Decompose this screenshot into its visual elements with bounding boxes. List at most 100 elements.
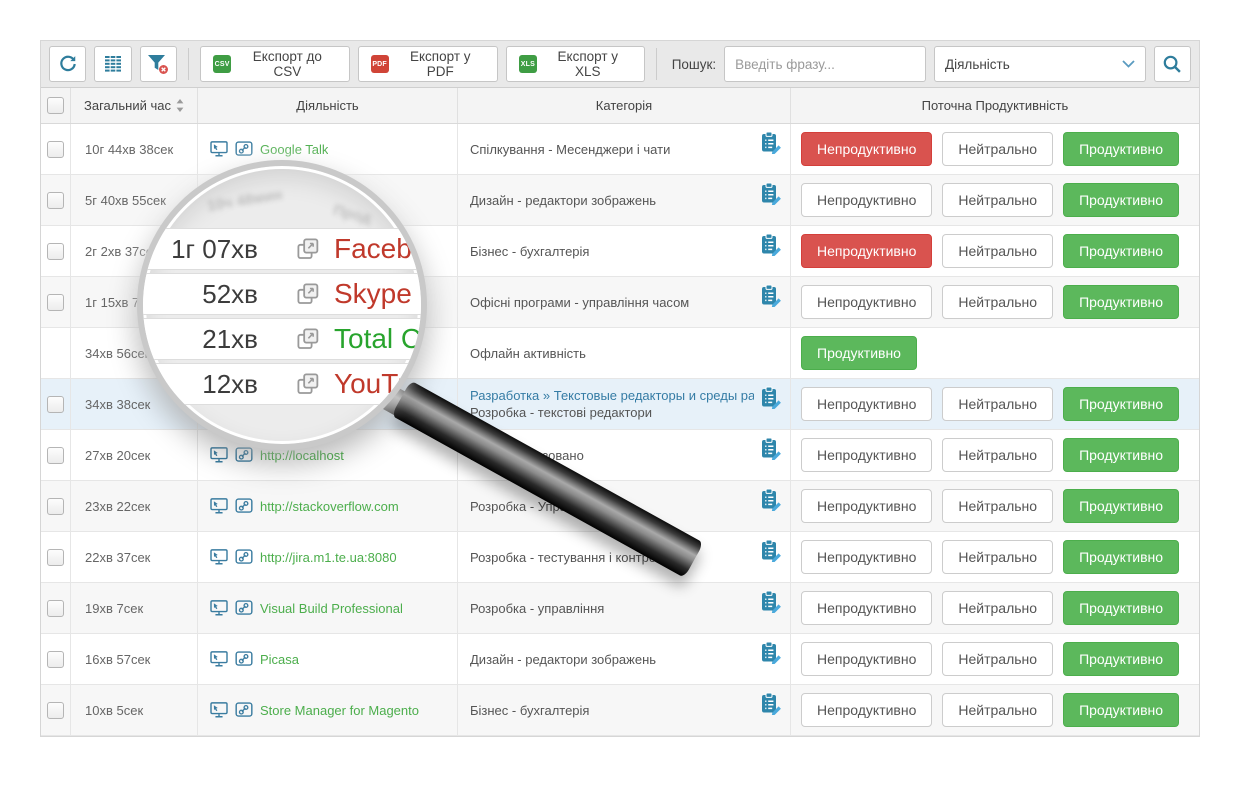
columns-button[interactable] (94, 46, 131, 82)
unproductive-button[interactable]: Непродуктивно (801, 234, 932, 268)
header-activity[interactable]: Діяльність (198, 88, 458, 123)
total-time-value: 5г 40хв 55сек (85, 193, 166, 208)
xls-file-icon: XLS (519, 55, 537, 73)
export-xls-button[interactable]: XLS Експорт у XLS (506, 46, 645, 82)
search-field-select[interactable]: Діяльність (934, 46, 1146, 82)
header-total-time[interactable]: Загальний час (71, 88, 198, 123)
row-checkbox[interactable] (47, 141, 64, 158)
edit-category-icon[interactable] (760, 182, 781, 205)
edit-category-icon[interactable] (760, 233, 781, 256)
category-label: Дизайн - редактори зображень (470, 193, 656, 208)
row-checkbox-cell (41, 379, 71, 429)
edit-category-icon[interactable] (760, 692, 781, 715)
neutral-button[interactable]: Нейтрально (942, 693, 1053, 727)
neutral-button[interactable]: Нейтрально (942, 132, 1053, 166)
category-text: Спілкування - Месенджери і чати (470, 142, 670, 157)
edit-category-icon[interactable] (760, 131, 781, 154)
unproductive-button[interactable]: Непродуктивно (801, 642, 932, 676)
edit-category-icon[interactable] (760, 386, 781, 409)
external-link-icon (296, 282, 320, 306)
neutral-button[interactable]: Нейтрально (942, 540, 1053, 574)
row-checkbox[interactable] (47, 447, 64, 464)
activity-link[interactable]: http://jira.m1.te.ua:8080 (260, 550, 397, 565)
table-header: Загальний час Діяльність Категорія Поточ… (41, 88, 1199, 124)
clear-filter-button[interactable] (140, 46, 177, 82)
productive-button[interactable]: Продуктивно (1063, 591, 1179, 625)
filter-clear-icon (146, 53, 170, 75)
category-text: Разработка » Текстовые редакторы и среды… (470, 388, 754, 420)
neutral-button[interactable]: Нейтрально (942, 387, 1053, 421)
neutral-button[interactable]: Нейтрально (942, 489, 1053, 523)
unproductive-button[interactable]: Непродуктивно (801, 285, 932, 319)
sort-icon[interactable] (176, 99, 184, 112)
unproductive-button[interactable]: Непродуктивно (801, 540, 932, 574)
row-checkbox[interactable] (47, 498, 64, 515)
magnified-row: 52хв Skype (137, 273, 427, 315)
row-checkbox-cell (41, 328, 71, 378)
edit-category-icon[interactable] (760, 641, 781, 664)
row-checkbox[interactable] (47, 702, 64, 719)
search-input[interactable] (724, 46, 926, 82)
activity-link[interactable]: Store Manager for Magento (260, 703, 419, 718)
productive-button[interactable]: Продуктивно (1063, 387, 1179, 421)
edit-category-icon[interactable] (760, 437, 781, 460)
edit-category-icon[interactable] (760, 488, 781, 511)
magnified-app-link[interactable]: Skype (334, 278, 412, 310)
magnified-app-link[interactable]: Facebook (334, 233, 427, 265)
neutral-button[interactable]: Нейтрально (942, 285, 1053, 319)
productive-button[interactable]: Продуктивно (1063, 285, 1179, 319)
neutral-button[interactable]: Нейтрально (942, 183, 1053, 217)
unproductive-button[interactable]: Непродуктивно (801, 489, 932, 523)
row-checkbox[interactable] (47, 192, 64, 209)
magnified-time: 21хв (137, 324, 258, 355)
refresh-button[interactable] (49, 46, 86, 82)
unproductive-button[interactable]: Непродуктивно (801, 132, 932, 166)
productive-button[interactable]: Продуктивно (1063, 642, 1179, 676)
activity-link[interactable]: http://stackoverflow.com (260, 499, 399, 514)
productive-button[interactable]: Продуктивно (1063, 132, 1179, 166)
productive-button[interactable]: Продуктивно (1063, 438, 1179, 472)
category-label: Дизайн - редактори зображень (470, 652, 656, 667)
productive-button[interactable]: Продуктивно (1063, 540, 1179, 574)
row-checkbox[interactable] (47, 294, 64, 311)
unproductive-button[interactable]: Непродуктивно (801, 591, 932, 625)
activity-link[interactable]: Picasa (260, 652, 299, 667)
header-category[interactable]: Категорія (458, 88, 791, 123)
unproductive-button[interactable]: Непродуктивно (801, 438, 932, 472)
category-label: Бізнес - бухгалтерія (470, 703, 589, 718)
category-label: Розробка - текстові редактори (470, 405, 754, 420)
row-checkbox[interactable] (47, 549, 64, 566)
row-checkbox[interactable] (47, 651, 64, 668)
unproductive-button[interactable]: Непродуктивно (801, 183, 932, 217)
neutral-button[interactable]: Нейтрально (942, 642, 1053, 676)
unproductive-button[interactable]: Непродуктивно (801, 693, 932, 727)
export-csv-button[interactable]: CSV Експорт до CSV (200, 46, 350, 82)
row-checkbox[interactable] (47, 600, 64, 617)
row-checkbox[interactable] (47, 243, 64, 260)
edit-category-icon[interactable] (760, 539, 781, 562)
edit-category-icon[interactable] (760, 284, 781, 307)
productive-button[interactable]: Продуктивно (1063, 183, 1179, 217)
header-productivity[interactable]: Поточна Продуктивність (791, 88, 1199, 123)
external-link-icon (296, 237, 320, 261)
productive-button[interactable]: Продуктивно (1063, 234, 1179, 268)
unproductive-button[interactable]: Непродуктивно (801, 387, 932, 421)
row-checkbox[interactable] (47, 396, 64, 413)
neutral-button[interactable]: Нейтрально (942, 438, 1053, 472)
productivity-cell: Непродуктивно Нейтрально Продуктивно (791, 532, 1199, 582)
magnified-app-link[interactable]: Total Comma (334, 323, 427, 355)
activity-link[interactable]: Visual Build Professional (260, 601, 403, 616)
activity-cell: http://stackoverflow.com (198, 481, 458, 531)
export-pdf-button[interactable]: PDF Експорт у PDF (358, 46, 498, 82)
search-button[interactable] (1154, 46, 1191, 82)
toolbar-divider (188, 48, 189, 80)
edit-category-icon[interactable] (760, 590, 781, 613)
select-all-checkbox[interactable] (47, 97, 64, 114)
productive-button[interactable]: Продуктивно (1063, 489, 1179, 523)
activity-link[interactable]: Google Talk (260, 142, 328, 157)
magnified-app-link[interactable]: YouTube (334, 368, 427, 400)
productive-button[interactable]: Продуктивно (801, 336, 917, 370)
neutral-button[interactable]: Нейтрально (942, 591, 1053, 625)
neutral-button[interactable]: Нейтрально (942, 234, 1053, 268)
productive-button[interactable]: Продуктивно (1063, 693, 1179, 727)
